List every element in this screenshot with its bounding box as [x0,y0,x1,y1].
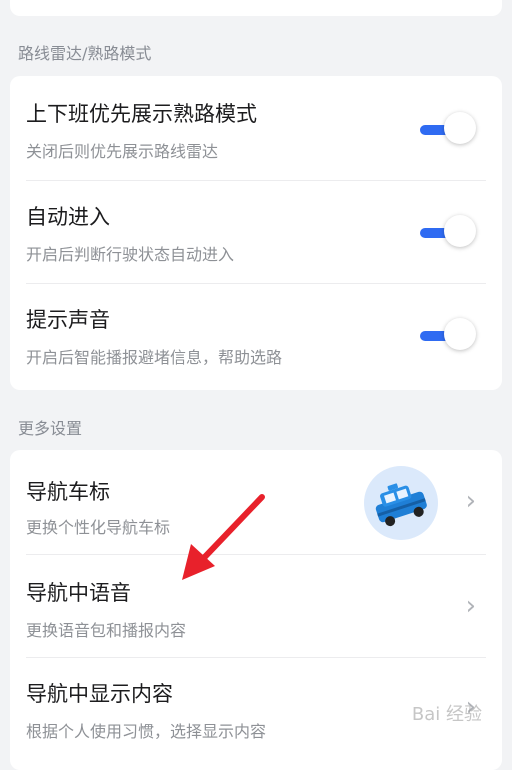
annotation-arrow-icon [182,494,265,580]
watermark: Bai 经验 [411,704,482,725]
